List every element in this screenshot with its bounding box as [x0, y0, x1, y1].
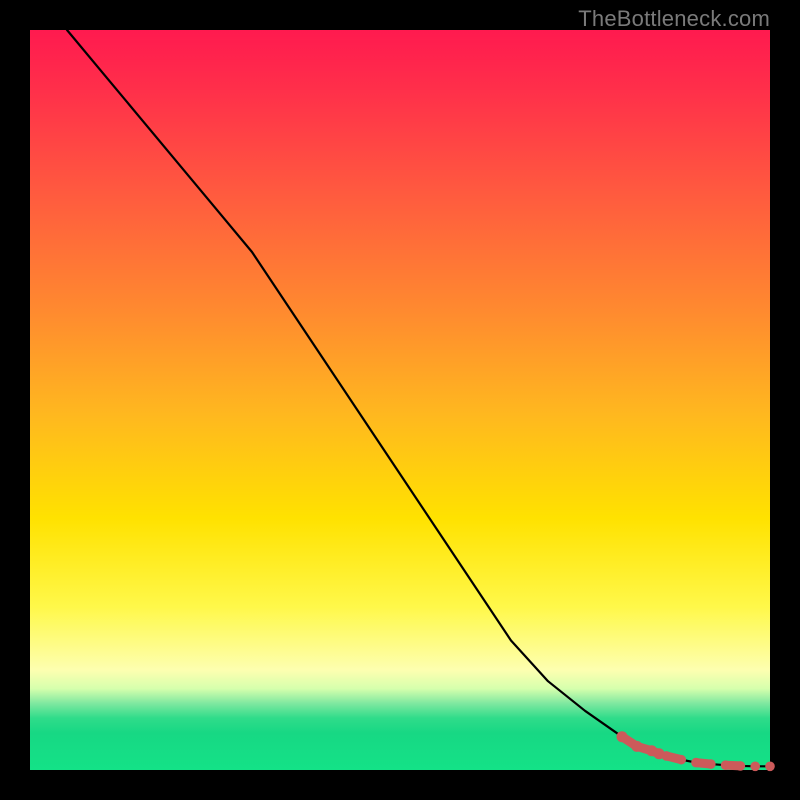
bottleneck-curve [67, 30, 770, 766]
highlight-dot [706, 759, 716, 769]
highlight-dot [662, 751, 672, 761]
highlight-dot [631, 741, 642, 752]
highlight-dot [691, 758, 701, 768]
highlight-dot [617, 731, 628, 742]
plot-area [30, 30, 770, 770]
highlight-dot [750, 762, 760, 772]
highlight-dot [765, 762, 775, 772]
highlight-dot [736, 761, 746, 771]
highlight-dot [721, 760, 731, 770]
highlight-dot [676, 755, 686, 765]
series-container [67, 30, 775, 771]
chart-svg [30, 30, 770, 770]
attribution-label: TheBottleneck.com [578, 6, 770, 32]
chart-stage: TheBottleneck.com [0, 0, 800, 800]
